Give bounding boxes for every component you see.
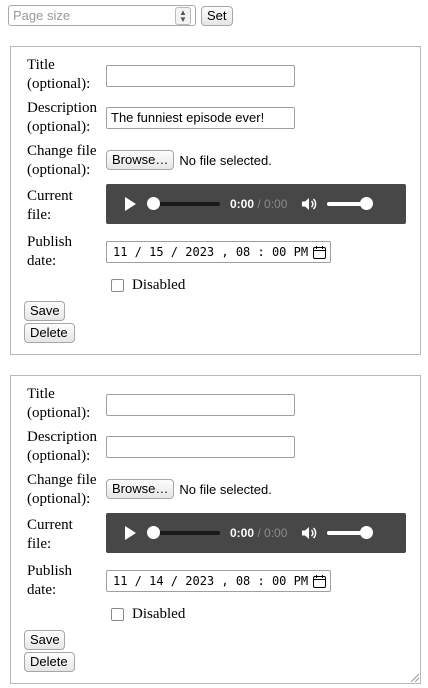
calendar-icon[interactable]	[313, 245, 326, 259]
publish-date-label: Publish date:	[27, 563, 73, 598]
number-spinner[interactable]: ▲ ▼	[175, 6, 191, 25]
file-status: No file selected.	[179, 152, 272, 168]
description-row: Description (optional):	[27, 428, 107, 466]
seek-knob[interactable]	[147, 526, 160, 539]
title-row: Title (optional):	[27, 56, 107, 94]
title-label: Title (optional):	[27, 57, 91, 92]
set-button[interactable]: Set	[201, 5, 233, 26]
form-actions: Save Delete	[24, 630, 75, 672]
publish-date-row: Publish date:	[27, 233, 87, 271]
title-label: Title (optional):	[27, 386, 91, 421]
spin-down-icon[interactable]: ▼	[179, 15, 187, 23]
publish-date-row: Publish date:	[27, 562, 87, 600]
description-input[interactable]: The funniest episode ever!	[106, 107, 295, 129]
play-icon[interactable]	[125, 197, 136, 211]
current-file-label: Current file:	[27, 517, 73, 552]
title-input[interactable]	[106, 394, 295, 416]
disabled-checkbox[interactable]	[111, 279, 124, 292]
description-row: Description (optional):	[27, 99, 107, 137]
seek-knob[interactable]	[147, 197, 160, 210]
volume-icon[interactable]	[301, 196, 317, 212]
audio-player: 0:00 / 0:00	[106, 513, 406, 553]
publish-date-input[interactable]: 11 / 15 / 2023 , 08 : 00 PM	[106, 241, 331, 263]
delete-button[interactable]: Delete	[24, 323, 75, 343]
browse-button[interactable]: Browse…	[106, 479, 175, 499]
disabled-checkbox[interactable]	[111, 608, 124, 621]
change-file-label: Change file (optional):	[27, 143, 97, 178]
time-display: 0:00 / 0:00	[230, 197, 288, 211]
form-actions: Save Delete	[24, 301, 75, 343]
description-label: Description (optional):	[27, 100, 97, 135]
episode-form: Title (optional): Description (optional)…	[10, 46, 421, 355]
volume-icon[interactable]	[301, 525, 317, 541]
volume-slider[interactable]	[327, 526, 374, 539]
play-icon[interactable]	[125, 526, 136, 540]
calendar-icon[interactable]	[313, 574, 326, 588]
browse-button[interactable]: Browse…	[106, 150, 175, 170]
current-time: 0:00	[230, 197, 255, 211]
current-file-row: Current file:	[27, 516, 87, 554]
title-row: Title (optional):	[27, 385, 107, 423]
file-status: No file selected.	[179, 481, 272, 497]
disabled-label: Disabled	[132, 606, 186, 622]
change-file-row: Change file (optional):	[27, 142, 107, 180]
delete-button[interactable]: Delete	[24, 652, 75, 672]
description-label: Description (optional):	[27, 429, 97, 464]
current-file-label: Current file:	[27, 188, 73, 223]
seek-slider[interactable]	[147, 526, 220, 539]
publish-date-label: Publish date:	[27, 234, 73, 269]
title-input[interactable]	[106, 65, 295, 87]
page-size-input[interactable]: Page size ▲ ▼	[8, 5, 196, 26]
file-picker: Browse… No file selected.	[106, 479, 272, 499]
disabled-option[interactable]: Disabled	[111, 606, 185, 623]
duration: 0:00	[264, 526, 288, 540]
seek-slider[interactable]	[147, 197, 220, 210]
page-size-bar: Page size ▲ ▼ Set	[8, 5, 233, 26]
current-time: 0:00	[230, 526, 255, 540]
publish-date-input[interactable]: 11 / 14 / 2023 , 08 : 00 PM	[106, 570, 331, 592]
episode-form: Title (optional): Description (optional)…	[10, 375, 421, 684]
current-file-row: Current file:	[27, 187, 87, 225]
change-file-row: Change file (optional):	[27, 471, 107, 509]
publish-date-value: 11 / 15 / 2023 , 08 : 00 PM	[113, 245, 309, 259]
save-button[interactable]: Save	[24, 301, 65, 321]
duration: 0:00	[264, 197, 288, 211]
resize-grip-icon[interactable]	[411, 674, 419, 682]
publish-date-value: 11 / 14 / 2023 , 08 : 00 PM	[113, 574, 309, 588]
disabled-option[interactable]: Disabled	[111, 277, 185, 294]
change-file-label: Change file (optional):	[27, 472, 97, 507]
file-picker: Browse… No file selected.	[106, 150, 272, 170]
page-size-placeholder: Page size	[13, 8, 71, 23]
save-button[interactable]: Save	[24, 630, 65, 650]
volume-knob[interactable]	[360, 197, 374, 210]
description-input[interactable]	[106, 436, 295, 458]
audio-player: 0:00 / 0:00	[106, 184, 406, 224]
volume-knob[interactable]	[360, 526, 374, 539]
disabled-label: Disabled	[132, 277, 186, 293]
volume-slider[interactable]	[327, 197, 374, 210]
time-display: 0:00 / 0:00	[230, 526, 288, 540]
